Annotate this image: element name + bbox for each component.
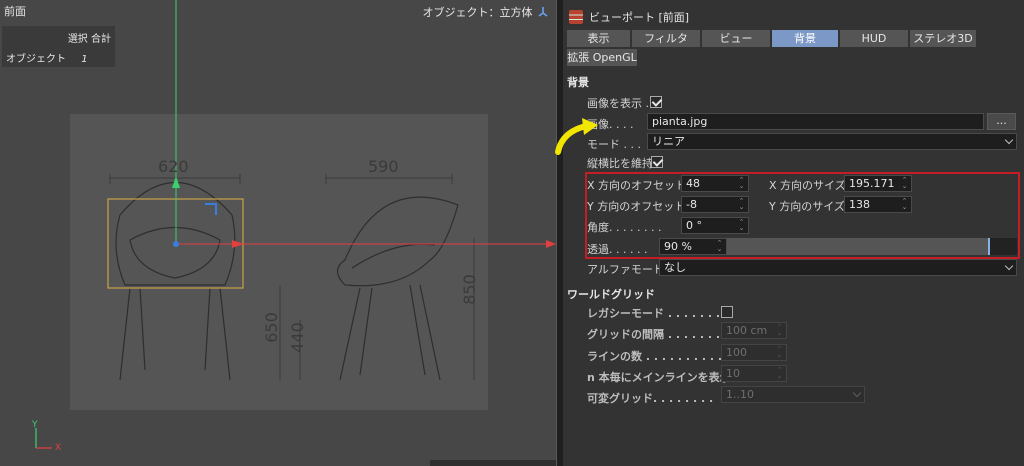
section-world-grid: ワールドグリッド xyxy=(567,288,655,301)
hud-row-label: オブジェクト xyxy=(6,54,66,65)
dynamic-grid-value: 1..10 xyxy=(726,388,754,401)
hud-row: オブジェクト 1 xyxy=(6,50,88,65)
tab-view[interactable]: ビュー xyxy=(702,30,770,47)
object-label-text: オブジェクト：立方体 xyxy=(422,6,533,19)
mode-value: リニア xyxy=(652,135,685,148)
main-line-label: n 本毎にメインラインを表示 xyxy=(587,371,731,384)
image-path-value: pianta.jpg xyxy=(652,115,708,128)
grid-spacing-value: 100 cm xyxy=(726,324,768,337)
section-background: 背景 xyxy=(567,76,589,89)
chevron-down-icon xyxy=(852,388,862,398)
axis-x-label: X xyxy=(55,443,62,453)
dim-label-650: 650 xyxy=(261,312,281,343)
line-count-field[interactable]: 100 ⌃ ⌄ xyxy=(721,344,787,361)
viewport-label: 前面 xyxy=(4,5,26,18)
tab-bar: 表示 フィルタ ビュー 背景 HUD ステレオ3D xyxy=(567,30,978,47)
viewport-status-strip xyxy=(430,460,556,466)
viewport-settings-icon xyxy=(569,10,583,24)
grid-spacing-label: グリッドの間隔 . . . . . . . . xyxy=(587,328,729,341)
viewport-front[interactable]: 620 590 650 440 850 前面 選択 合計 オブジェクト 1 オブ… xyxy=(0,0,556,466)
dim-label-620: 620 xyxy=(158,157,189,176)
dim-label-440: 440 xyxy=(287,322,307,353)
tab-hud[interactable]: HUD xyxy=(840,30,908,47)
tab-stereo3d[interactable]: ステレオ3D xyxy=(910,30,976,47)
hud-selection-box: 選択 合計 オブジェクト 1 xyxy=(2,26,115,67)
axis-y-label: Y xyxy=(32,420,38,430)
spinner-icon[interactable]: ⌃ ⌄ xyxy=(776,367,783,380)
image-path-field[interactable]: pianta.jpg xyxy=(647,113,984,130)
alpha-mode-value: なし xyxy=(664,261,686,274)
main-line-field[interactable]: 10 ⌃ ⌄ xyxy=(721,365,787,382)
tab-background[interactable]: 背景 xyxy=(772,30,838,47)
panel-title-text: ビューポート [前面] xyxy=(589,11,690,24)
alpha-mode-dropdown[interactable]: なし xyxy=(659,259,1017,276)
legacy-mode-label: レガシーモード . . . . . . . xyxy=(587,307,721,320)
tab-filter[interactable]: フィルタ xyxy=(632,30,700,47)
spinner-icon[interactable]: ⌃ ⌄ xyxy=(776,324,783,337)
spinner-icon[interactable]: ⌃ ⌄ xyxy=(776,346,783,359)
mode-dropdown[interactable]: リニア xyxy=(647,133,1017,150)
main-line-value: 10 xyxy=(726,367,740,380)
line-count-label: ラインの数 . . . . . . . . . . xyxy=(587,350,723,363)
tab-display[interactable]: 表示 xyxy=(567,30,630,47)
chevron-down-icon xyxy=(1004,261,1014,271)
dynamic-grid-label: 可変グリッド. . . . . . . . xyxy=(587,392,714,405)
tab-extended-opengl[interactable]: 拡張 OpenGL xyxy=(567,49,637,66)
alpha-mode-label: アルファモード xyxy=(587,263,664,276)
viewport-drawing xyxy=(107,0,556,381)
panel-title: ビューポート [前面] xyxy=(569,8,689,26)
dim-label-850: 850 xyxy=(459,274,479,305)
grid-spacing-field[interactable]: 100 cm ⌃ ⌄ xyxy=(721,322,787,339)
annotation-arrow-icon xyxy=(555,118,598,155)
panel-splitter[interactable] xyxy=(556,0,563,466)
legacy-mode-checkbox[interactable] xyxy=(721,306,733,318)
show-image-checkbox[interactable] xyxy=(650,96,662,108)
keep-aspect-checkbox[interactable] xyxy=(651,156,663,168)
highlight-box xyxy=(585,172,1020,259)
object-label: オブジェクト：立方体 xyxy=(423,4,549,20)
dynamic-grid-dropdown[interactable]: 1..10 xyxy=(721,386,865,403)
chevron-down-icon xyxy=(1004,135,1014,145)
browse-button[interactable]: ... xyxy=(987,113,1016,130)
line-count-value: 100 xyxy=(726,346,747,359)
axis-pin-icon xyxy=(538,7,548,17)
dim-label-590: 590 xyxy=(368,157,399,176)
keep-aspect-label: 縦横比を維持 xyxy=(587,157,653,170)
hud-header: 選択 合計 xyxy=(67,34,111,45)
show-image-label: 画像を表示 . xyxy=(587,97,649,110)
hud-row-value: 1 xyxy=(81,54,88,65)
